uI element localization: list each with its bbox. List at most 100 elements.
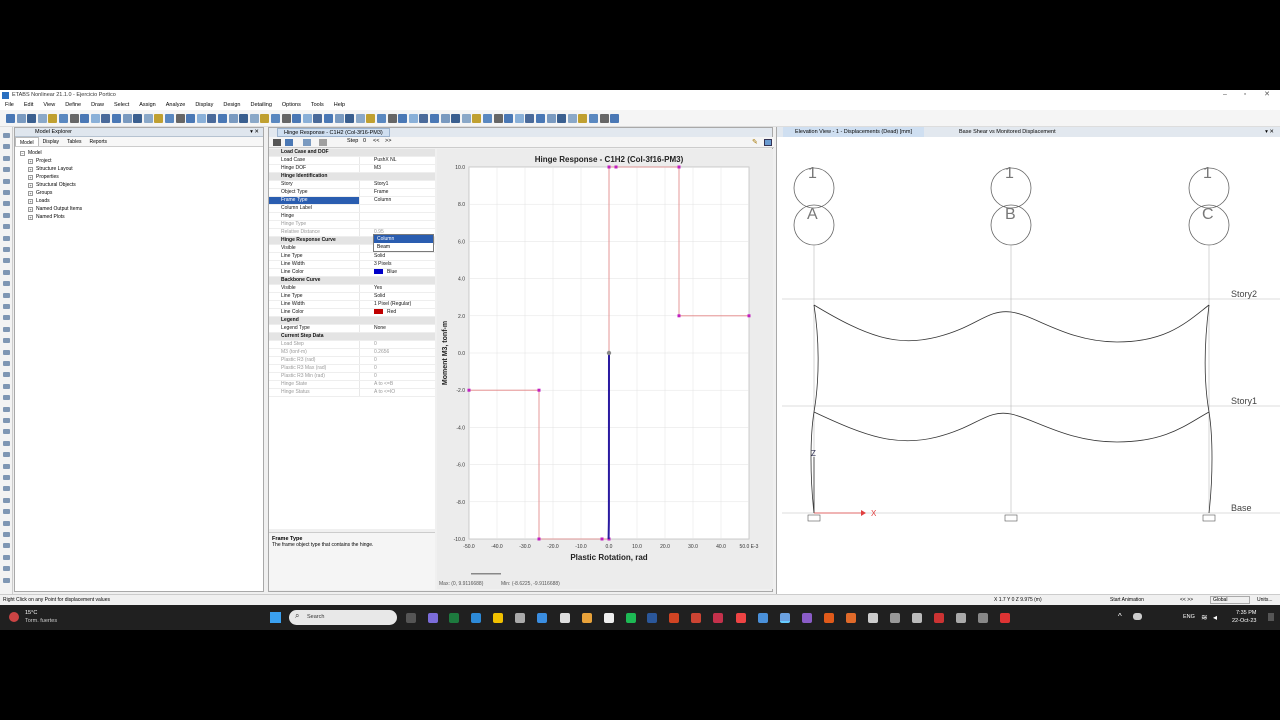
toolbar-button-icon[interactable] — [430, 114, 439, 123]
draw-tool-icon[interactable] — [3, 315, 10, 321]
step-next-button[interactable]: >> — [385, 138, 391, 144]
menu-view[interactable]: View — [38, 102, 60, 108]
toolbar-button-icon[interactable] — [302, 114, 312, 123]
wifi-icon[interactable]: ≋ — [1201, 613, 1208, 622]
menu-options[interactable]: Options — [277, 102, 306, 108]
toolbar-button-icon[interactable] — [557, 114, 567, 123]
draw-tool-icon[interactable] — [3, 167, 10, 173]
expand-icon[interactable]: + — [28, 158, 33, 164]
row-bb-visible[interactable]: Visible Yes — [269, 285, 435, 293]
minimize-button[interactable]: – — [1214, 90, 1236, 100]
toolbar-button-icon[interactable] — [239, 114, 249, 123]
draw-tool-icon[interactable] — [3, 475, 10, 480]
clock-date[interactable]: 22-Oct-23 — [1232, 618, 1256, 624]
speaker-icon[interactable]: ◂ — [1213, 613, 1217, 622]
toolbar-button-icon[interactable] — [599, 114, 609, 123]
toolbar-button-icon[interactable] — [165, 114, 174, 123]
app-icon-5[interactable] — [802, 613, 812, 623]
draw-tool-icon[interactable] — [3, 543, 10, 549]
menu-tools[interactable]: Tools — [306, 102, 329, 108]
tab-reports[interactable]: Reports — [85, 137, 111, 146]
toolbar-button-icon[interactable] — [69, 114, 79, 123]
excel-icon[interactable] — [449, 613, 459, 623]
model-explorer-close-icon[interactable]: ▾ ✕ — [250, 128, 259, 137]
row-column-label[interactable]: Column Label — [269, 205, 435, 213]
tree-item-named-plots[interactable]: + Named Plots — [20, 213, 263, 221]
tree-item-project[interactable]: + Project — [20, 157, 263, 165]
draw-tool-icon[interactable] — [3, 463, 10, 469]
expand-icon[interactable]: + — [28, 182, 33, 188]
save-icon[interactable] — [285, 139, 293, 146]
option-beam[interactable]: Beam — [374, 243, 433, 251]
units-button[interactable]: Units... — [1257, 595, 1273, 605]
section-current-step-data[interactable]: Current Step Data — [269, 333, 435, 341]
row-hinge-type[interactable]: Hinge Type — [269, 221, 435, 229]
toolbar-button-icon[interactable] — [101, 114, 111, 123]
toolbar-button-icon[interactable] — [292, 114, 302, 123]
edge-icon[interactable] — [471, 613, 481, 623]
toolbar-button-icon[interactable] — [175, 114, 185, 123]
app-icon-11[interactable] — [956, 613, 966, 623]
row-story[interactable]: Story Story1 — [269, 181, 435, 189]
toolbar-button-icon[interactable] — [271, 114, 280, 123]
toolbar-button-icon[interactable] — [461, 114, 471, 123]
draw-tool-icon[interactable] — [3, 144, 10, 150]
app-icon-1[interactable] — [560, 613, 570, 623]
row-hinge-dof[interactable]: Hinge DOF M3 — [269, 165, 435, 173]
draw-tool-icon[interactable] — [3, 429, 10, 435]
menu-analyze[interactable]: Analyze — [161, 102, 191, 108]
draw-tool-icon[interactable] — [3, 418, 10, 423]
tree-item-model[interactable]: − Model — [20, 149, 263, 157]
tree-item-loads[interactable]: + Loads — [20, 197, 263, 205]
notification-icon[interactable] — [1268, 613, 1274, 621]
expand-icon[interactable]: + — [28, 198, 33, 204]
weather-icon[interactable] — [9, 612, 19, 622]
draw-tool-icon[interactable] — [3, 577, 10, 583]
draw-tool-icon[interactable] — [3, 224, 10, 230]
toolbar-button-icon[interactable] — [440, 114, 450, 123]
section-backbone-curve[interactable]: Backbone Curve — [269, 277, 435, 285]
file-explorer-icon[interactable] — [493, 613, 503, 623]
section-hinge-identification[interactable]: Hinge Identification — [269, 173, 435, 181]
toolbar-button-icon[interactable] — [504, 114, 514, 123]
toolbar-button-icon[interactable] — [578, 114, 588, 123]
toolbar-button-icon[interactable] — [366, 114, 376, 123]
app-icon-3[interactable] — [691, 613, 701, 623]
toolbar-button-icon[interactable] — [228, 114, 238, 123]
firefox-icon[interactable] — [846, 613, 856, 623]
word-icon[interactable] — [647, 613, 657, 623]
expand-icon[interactable]: + — [28, 190, 33, 196]
toolbar-button-icon[interactable] — [483, 114, 492, 123]
acrobat-icon[interactable] — [736, 613, 746, 623]
toolbar-button-icon[interactable] — [154, 114, 164, 123]
draw-tool-icon[interactable] — [3, 383, 10, 389]
toolbar-button-icon[interactable] — [546, 114, 556, 123]
draw-tool-icon[interactable] — [3, 201, 10, 207]
app-icon-12[interactable] — [978, 613, 988, 623]
elevation-close-icon[interactable]: ▾ ✕ — [1265, 127, 1274, 137]
draw-tool-icon[interactable] — [3, 520, 10, 526]
toolbar-button-icon[interactable] — [355, 114, 365, 123]
row-line-type[interactable]: Line Type Solid — [269, 253, 435, 261]
menu-assign[interactable]: Assign — [134, 102, 161, 108]
draw-tool-icon[interactable] — [3, 281, 10, 287]
frame-type-dropdown[interactable]: Column Beam — [373, 234, 434, 252]
toolbar-button-icon[interactable] — [493, 114, 503, 123]
language-indicator[interactable]: ENG — [1183, 614, 1195, 620]
toolbar-button-icon[interactable] — [80, 114, 90, 123]
maximize-button[interactable]: ▫ — [1234, 90, 1256, 100]
app-icon-8[interactable] — [890, 613, 900, 623]
toolbar-button-icon[interactable] — [196, 114, 206, 123]
draw-tool-icon[interactable] — [3, 497, 10, 503]
draw-tool-icon[interactable] — [3, 532, 10, 537]
row-frame-type[interactable]: Frame Type Column — [269, 197, 435, 205]
windows-start-icon[interactable] — [270, 612, 281, 623]
close-button[interactable]: ✕ — [1256, 90, 1278, 100]
step-back-icon[interactable] — [319, 139, 327, 146]
draw-tool-icon[interactable] — [3, 178, 10, 184]
row-bb-line-color[interactable]: Line Color Red — [269, 309, 435, 317]
toolbar-button-icon[interactable] — [16, 114, 26, 123]
draw-tool-icon[interactable] — [3, 212, 10, 218]
draw-tool-icon[interactable] — [3, 292, 10, 298]
step-value[interactable]: 0 — [363, 138, 366, 144]
